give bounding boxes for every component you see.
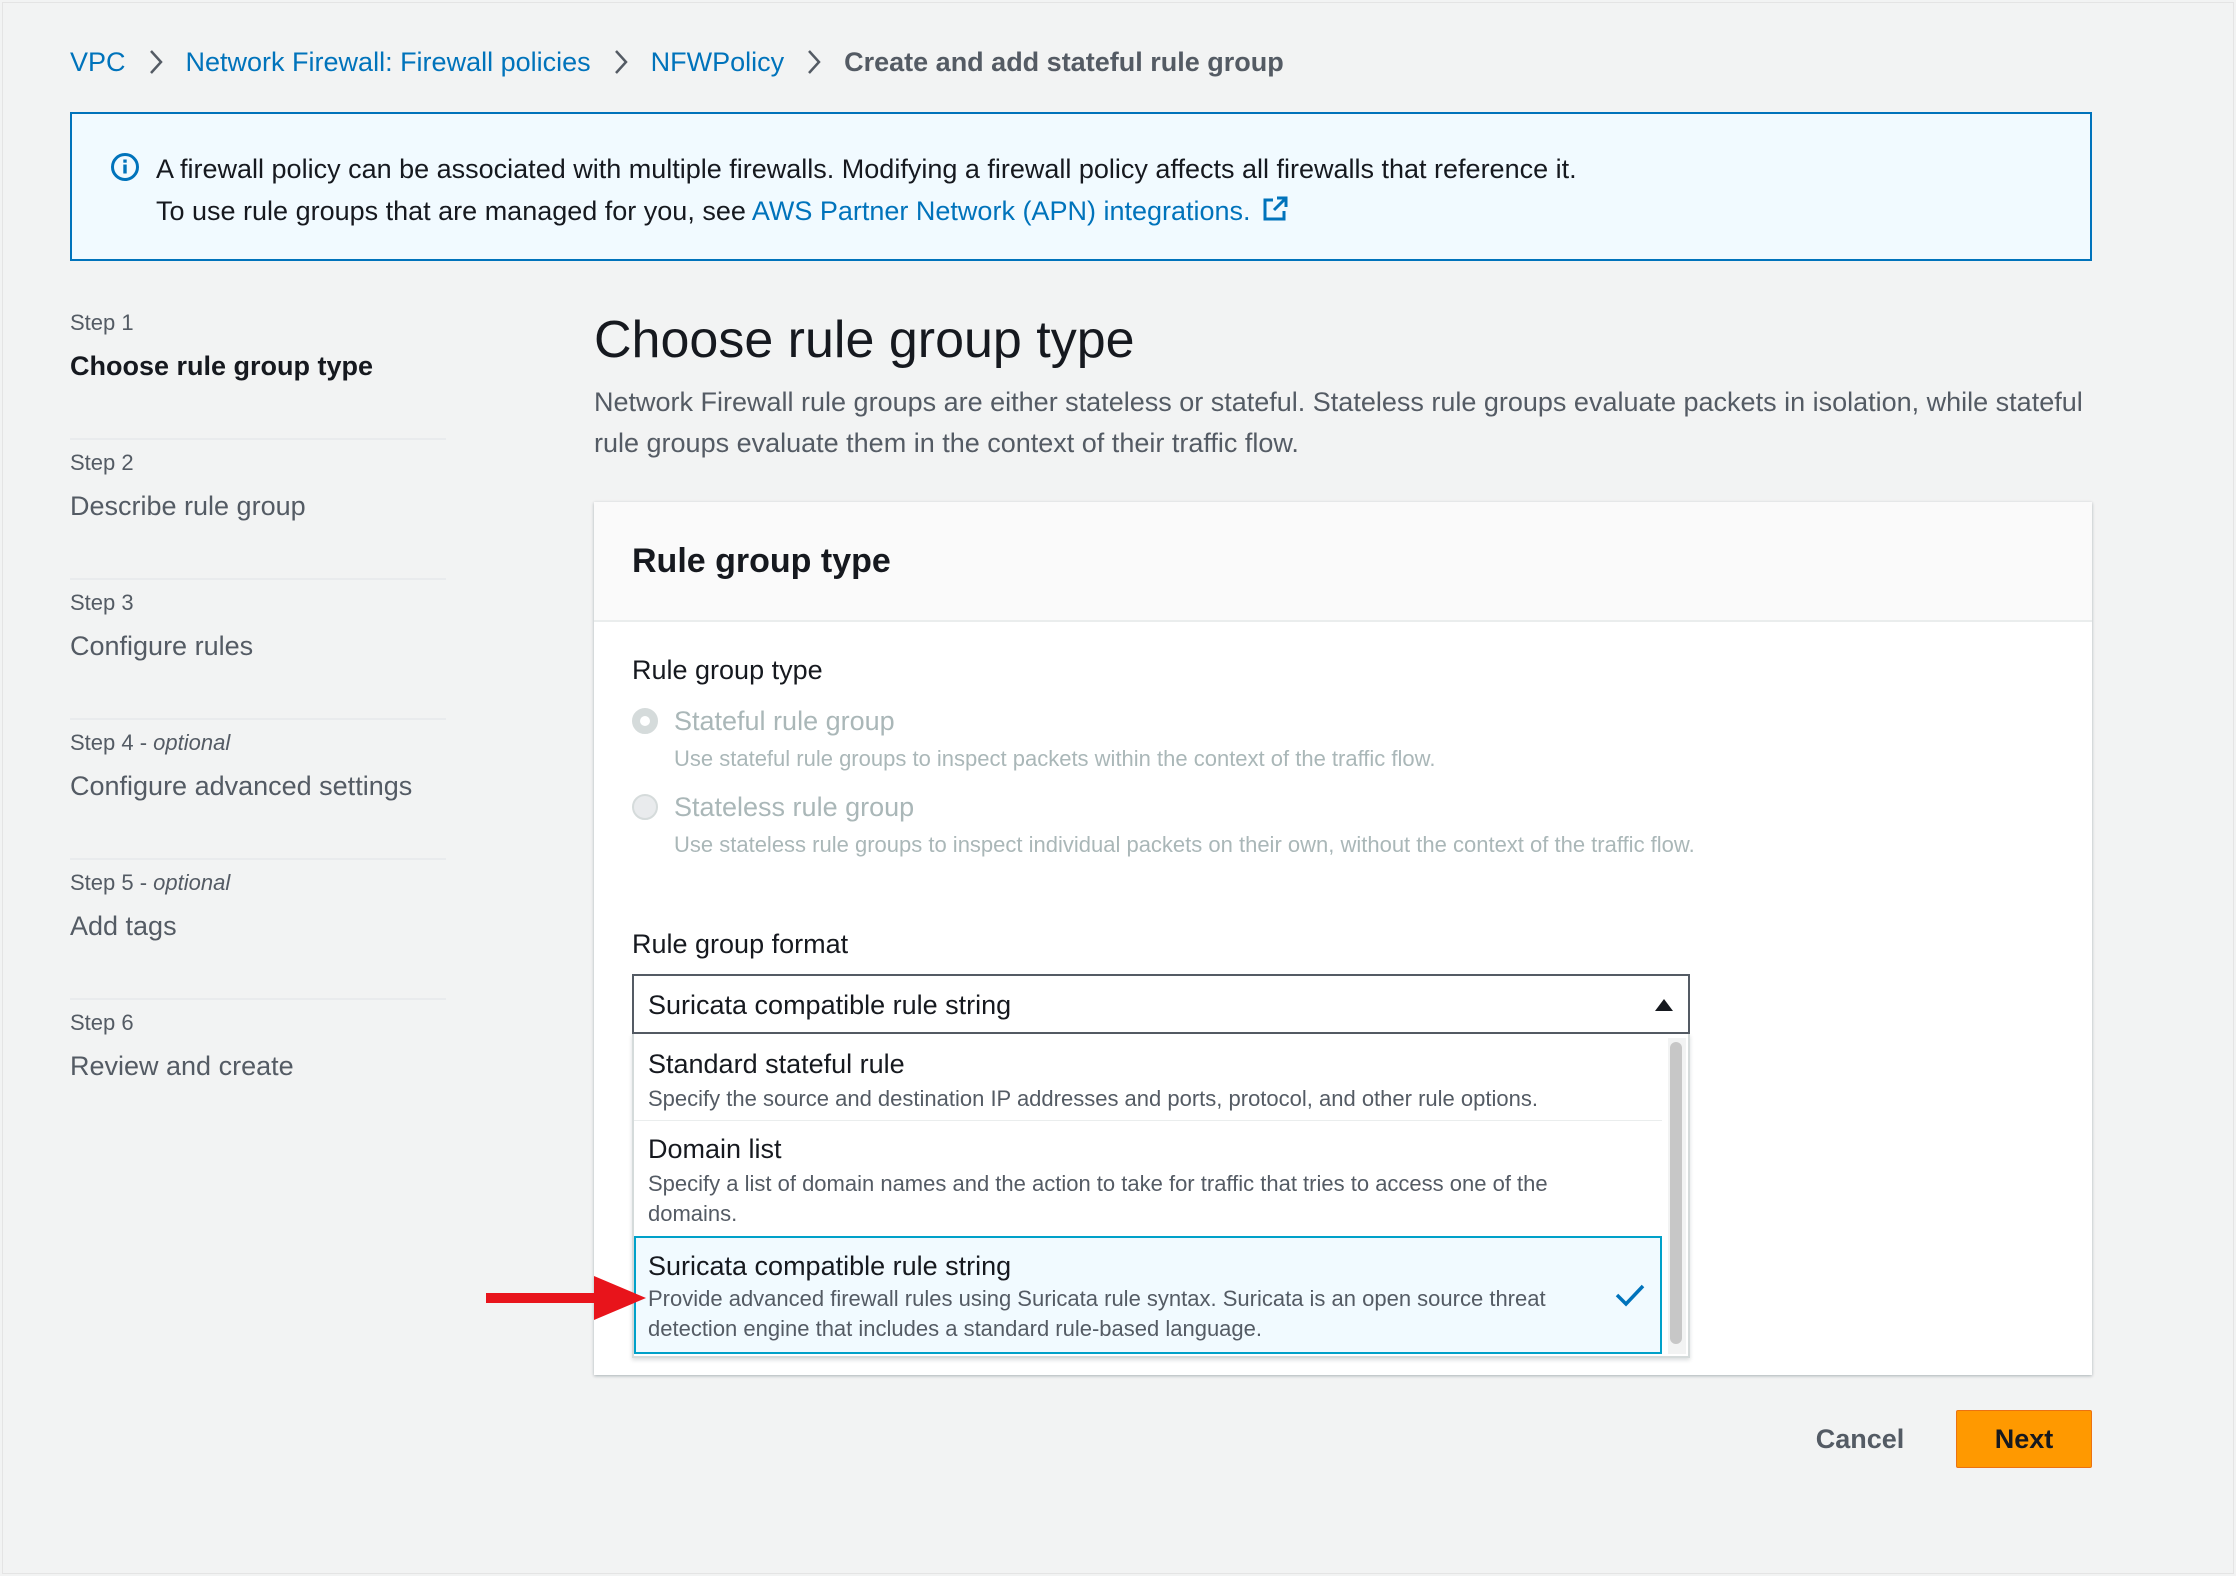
option-description: Provide advanced firewall rules using Su… <box>648 1286 1546 1341</box>
option-domain-list[interactable]: Domain list Specify a list of domain nam… <box>634 1121 1662 1226</box>
step-title-advanced-settings[interactable]: Configure advanced settings <box>70 768 446 804</box>
step-title-describe[interactable]: Describe rule group <box>70 488 446 524</box>
red-arrow-annotation <box>486 1276 646 1320</box>
page-description: Network Firewall rule groups are either … <box>594 387 2083 458</box>
step-number: Step 3 <box>70 590 134 615</box>
info-line-2-prefix: To use rule groups that are managed for … <box>156 196 752 226</box>
chevron-right-icon <box>784 48 844 76</box>
rule-group-type-panel: Rule group type Rule group type Stateful… <box>594 502 2092 1375</box>
wizard-steps: Step 1 Choose rule group type Step 2 Des… <box>70 300 446 1140</box>
breadcrumb-firewall-policies[interactable]: Network Firewall: Firewall policies <box>186 44 591 80</box>
step-4: Step 4 - optional Configure advanced set… <box>70 720 446 860</box>
breadcrumb-vpc[interactable]: VPC <box>70 44 126 80</box>
option-suricata[interactable]: Suricata compatible rule string Provide … <box>634 1236 1662 1354</box>
page-title: Choose rule group type <box>594 311 1135 369</box>
step-title-choose-type: Choose rule group type <box>70 351 374 381</box>
radio-title: Stateful rule group <box>674 706 895 736</box>
option-title: Suricata compatible rule string <box>648 1251 1012 1281</box>
cancel-button[interactable]: Cancel <box>1790 1410 1930 1468</box>
option-description: Specify the source and destination IP ad… <box>648 1086 1538 1111</box>
external-link-icon[interactable] <box>1261 195 1289 223</box>
option-description: Specify a list of domain names and the a… <box>648 1171 1548 1226</box>
breadcrumb-nfwpolicy[interactable]: NFWPolicy <box>651 44 785 80</box>
apn-integrations-link[interactable]: AWS Partner Network (APN) integrations. <box>752 196 1251 226</box>
rule-group-format-select[interactable]: Suricata compatible rule string <box>632 974 1690 1034</box>
option-title: Domain list <box>648 1134 782 1164</box>
chevron-right-icon <box>591 48 651 76</box>
format-dropdown-list: Standard stateful rule Specify the sourc… <box>632 1034 1690 1358</box>
step-number: Step 2 <box>70 450 134 475</box>
info-text: A firewall policy can be associated with… <box>156 148 1577 232</box>
radio-button[interactable] <box>632 794 658 820</box>
dropdown-scrollbar-thumb[interactable] <box>1670 1042 1682 1344</box>
rule-group-type-label: Rule group type <box>632 655 823 685</box>
info-banner: A firewall policy can be associated with… <box>70 112 2092 261</box>
step-number: Step 4 - optional <box>70 730 231 755</box>
panel-header: Rule group type <box>594 502 2092 622</box>
step-3: Step 3 Configure rules <box>70 580 446 720</box>
step-1: Step 1 Choose rule group type <box>70 300 446 440</box>
info-icon <box>111 153 139 181</box>
chevron-right-icon <box>126 48 186 76</box>
step-2: Step 2 Describe rule group <box>70 440 446 580</box>
radio-stateful[interactable]: Stateful rule group Use stateful rule gr… <box>632 702 1732 772</box>
step-number: Step 5 - optional <box>70 870 231 895</box>
step-title-configure-rules[interactable]: Configure rules <box>70 628 446 664</box>
option-standard-stateful[interactable]: Standard stateful rule Specify the sourc… <box>634 1034 1662 1120</box>
radio-description: Use stateful rule groups to inspect pack… <box>674 746 1436 771</box>
caret-up-icon <box>1655 999 1673 1011</box>
rule-group-format-label: Rule group format <box>632 929 849 959</box>
info-line-2: To use rule groups that are managed for … <box>156 190 1577 232</box>
info-line-1: A firewall policy can be associated with… <box>156 154 1577 184</box>
panel-title: Rule group type <box>632 541 891 580</box>
radio-button[interactable] <box>632 708 658 734</box>
step-title-add-tags[interactable]: Add tags <box>70 908 446 944</box>
breadcrumb: VPC Network Firewall: Firewall policies … <box>70 44 1284 80</box>
step-5: Step 5 - optional Add tags <box>70 860 446 1000</box>
step-number: Step 6 <box>70 1010 134 1035</box>
radio-description: Use stateless rule groups to inspect ind… <box>674 832 1695 857</box>
next-button[interactable]: Next <box>1956 1410 2092 1468</box>
radio-title: Stateless rule group <box>674 792 915 822</box>
option-title: Standard stateful rule <box>648 1049 905 1079</box>
step-number: Step 1 <box>70 310 134 335</box>
step-6: Step 6 Review and create <box>70 1000 446 1140</box>
select-value: Suricata compatible rule string <box>648 990 1012 1020</box>
checkmark-icon <box>1615 1284 1645 1307</box>
radio-stateless[interactable]: Stateless rule group Use stateless rule … <box>632 788 1732 878</box>
breadcrumb-current: Create and add stateful rule group <box>844 47 1284 77</box>
step-title-review[interactable]: Review and create <box>70 1048 446 1084</box>
